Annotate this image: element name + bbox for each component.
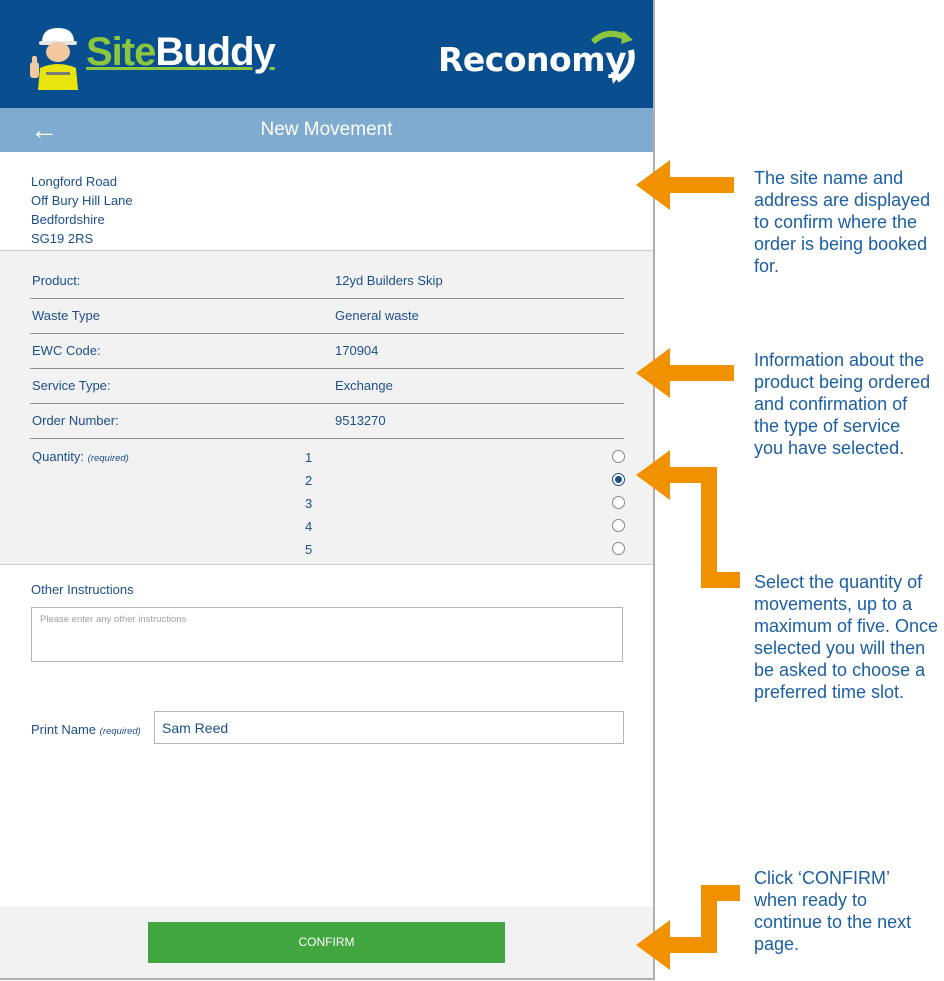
brand-buddy-text: Buddy bbox=[155, 30, 275, 74]
detail-row-waste-type: Waste Type General waste bbox=[30, 298, 624, 334]
quantity-option[interactable]: 3 bbox=[305, 493, 625, 516]
detail-row-product: Product: 12yd Builders Skip bbox=[30, 263, 624, 299]
page-title: New Movement bbox=[260, 119, 393, 140]
other-instructions-input[interactable] bbox=[31, 607, 623, 662]
quantity-radio-2[interactable] bbox=[612, 473, 625, 486]
address-line: SG19 2RS bbox=[31, 231, 94, 246]
required-marker: (required) bbox=[99, 726, 141, 737]
recycle-arrows-icon bbox=[590, 30, 635, 84]
quantity-label: Quantity: (required) bbox=[32, 449, 129, 464]
app-frame: SiteBuddy Reconomy ← New Movement Longfo… bbox=[0, 0, 655, 980]
annotation-quantity: Select the quantity of movements, up to … bbox=[754, 572, 939, 702]
print-name-label-text: Print Name bbox=[31, 722, 97, 737]
quantity-option-label: 3 bbox=[305, 496, 313, 511]
quantity-radio-1[interactable] bbox=[612, 450, 625, 463]
other-instructions-label: Other Instructions bbox=[31, 582, 134, 597]
detail-label: Waste Type bbox=[32, 308, 100, 323]
quantity-option-label: 2 bbox=[305, 473, 313, 488]
arrow-left-icon bbox=[636, 348, 734, 398]
quantity-option[interactable]: 2 bbox=[305, 470, 625, 493]
bent-arrow-icon bbox=[636, 885, 740, 970]
title-bar: ← New Movement bbox=[0, 108, 653, 152]
builder-mascot-icon bbox=[30, 28, 78, 90]
annotation-confirm: Click ‘CONFIRM’ when ready to continue t… bbox=[754, 868, 912, 954]
sitebuddy-logo: SiteBuddy bbox=[28, 22, 276, 90]
address-line: Bedfordshire bbox=[31, 212, 105, 227]
quantity-option[interactable]: 5 bbox=[305, 539, 625, 562]
detail-label: Service Type: bbox=[32, 378, 111, 393]
detail-value: 170904 bbox=[335, 343, 379, 358]
detail-label: Product: bbox=[32, 273, 81, 288]
detail-row-ewc-code: EWC Code: 170904 bbox=[30, 333, 624, 369]
footer-bar: CONFIRM bbox=[0, 906, 653, 978]
quantity-radio-4[interactable] bbox=[612, 519, 625, 532]
order-details-panel: Product: 12yd Builders Skip Waste Type G… bbox=[0, 250, 653, 565]
quantity-radio-3[interactable] bbox=[612, 496, 625, 509]
annotation-address: The site name and address are displayed … bbox=[754, 168, 931, 276]
detail-value: 12yd Builders Skip bbox=[335, 273, 443, 288]
quantity-option-label: 1 bbox=[305, 450, 313, 465]
app-header: SiteBuddy Reconomy bbox=[0, 0, 653, 108]
detail-label: EWC Code: bbox=[32, 343, 101, 358]
print-name-input[interactable] bbox=[154, 711, 624, 744]
brand-site-text: Site bbox=[86, 30, 156, 74]
print-name-label: Print Name (required) bbox=[31, 722, 141, 737]
quantity-option-label: 5 bbox=[305, 542, 313, 557]
required-marker: (required) bbox=[87, 453, 129, 464]
quantity-radio-5[interactable] bbox=[612, 542, 625, 555]
quantity-option[interactable]: 1 bbox=[305, 447, 625, 470]
quantity-option[interactable]: 4 bbox=[305, 516, 625, 539]
address-line: Off Bury Hill Lane bbox=[31, 193, 133, 208]
annotation-product: Information about the product being orde… bbox=[754, 350, 931, 458]
arrow-left-icon bbox=[636, 160, 734, 210]
detail-row-service-type: Service Type: Exchange bbox=[30, 368, 624, 404]
detail-label: Order Number: bbox=[32, 413, 119, 428]
detail-value: 9513270 bbox=[335, 413, 386, 428]
detail-row-order-number: Order Number: 9513270 bbox=[30, 403, 624, 439]
quantity-option-label: 4 bbox=[305, 519, 313, 534]
site-address: Longford Road Off Bury Hill Lane Bedford… bbox=[31, 172, 133, 248]
bent-arrow-icon bbox=[636, 450, 740, 588]
quantity-label-text: Quantity: bbox=[32, 449, 85, 464]
address-line: Longford Road bbox=[31, 174, 118, 189]
detail-value: General waste bbox=[335, 308, 419, 323]
detail-value: Exchange bbox=[335, 378, 393, 393]
sitebuddy-wordmark: SiteBuddy bbox=[86, 30, 276, 75]
confirm-button[interactable]: CONFIRM bbox=[148, 922, 505, 963]
